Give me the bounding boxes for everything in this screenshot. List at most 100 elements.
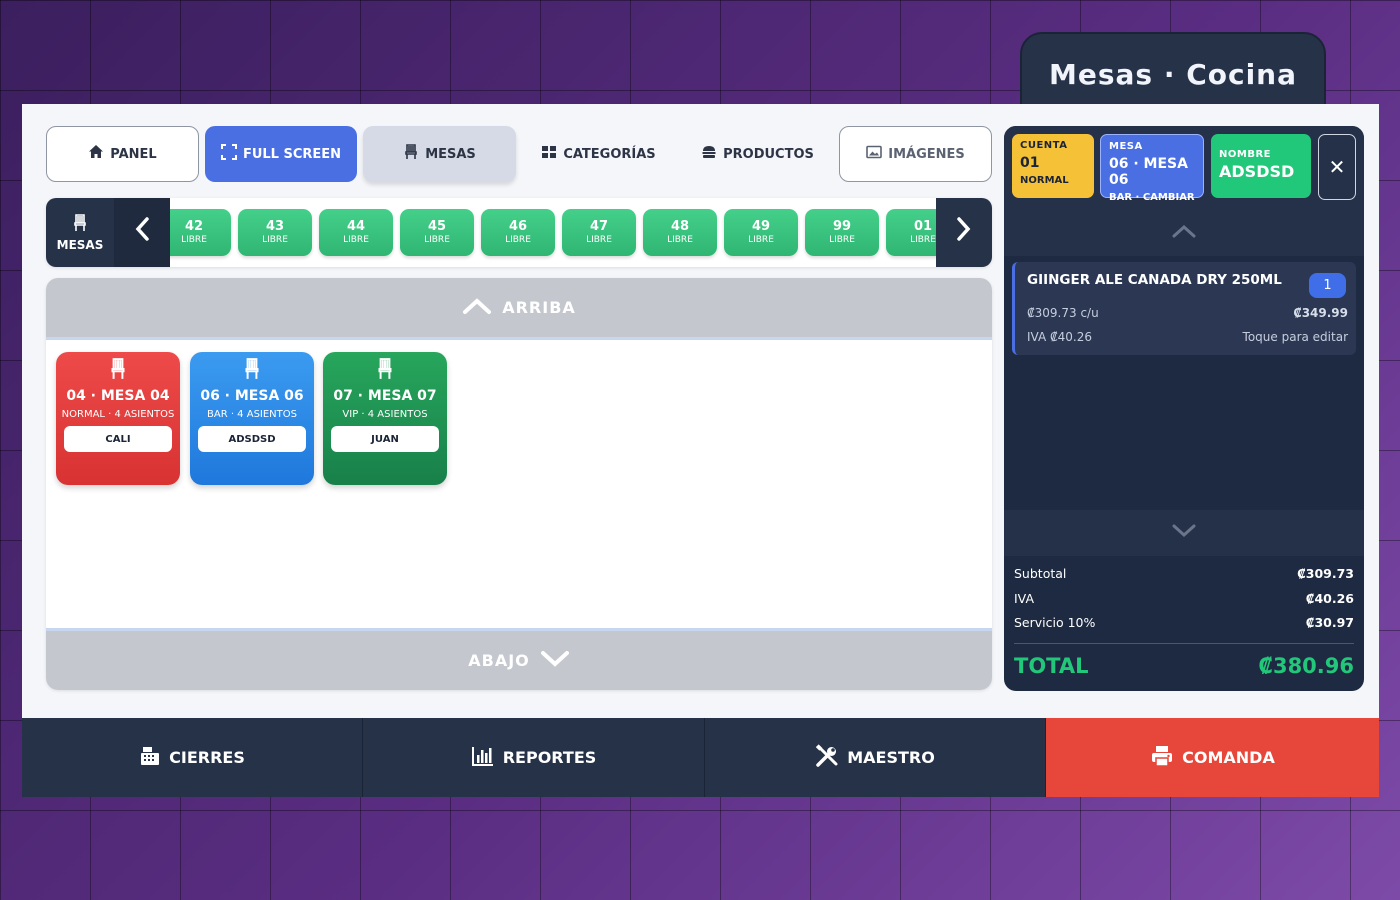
- nav-imagenes-button[interactable]: IMÁGENES: [839, 126, 992, 182]
- reportes-label: REPORTES: [502, 748, 597, 767]
- mesa-value: 06 · MESA 06: [1109, 156, 1188, 188]
- iva-label: IVA: [1014, 590, 1034, 606]
- bottom-action-bar: CIERRES REPORTES MAESTRO COMANDA: [22, 718, 1379, 797]
- order-item-iva: IVA ₡40.26: [1027, 330, 1092, 344]
- table-chip[interactable]: 43 LIBRE: [238, 209, 312, 256]
- order-scroll-up-button[interactable]: [1004, 210, 1364, 256]
- cash-register-icon: [139, 745, 161, 771]
- iva-value: ₡40.26: [1305, 590, 1354, 606]
- chevron-left-icon: [134, 215, 150, 250]
- table-card-title: 04 · MESA 04: [66, 388, 170, 404]
- maestro-button[interactable]: MAESTRO: [705, 718, 1046, 797]
- chip-number: 42: [184, 219, 204, 234]
- table-chip[interactable]: 42 LIBRE: [170, 209, 231, 256]
- main-card: PANEL FULL SCREEN MESAS CATEGORÍAS PRODU…: [22, 104, 1379, 720]
- order-header: CUENTA 01 NORMAL MESA 06 · MESA 06 BAR ·…: [1004, 126, 1364, 210]
- total-row: TOTAL ₡380.96: [1014, 654, 1354, 678]
- table-chip[interactable]: 47 LIBRE: [562, 209, 636, 256]
- comanda-label: COMANDA: [1182, 748, 1275, 767]
- chip-status: LIBRE: [667, 235, 693, 245]
- cuenta-value: 01: [1020, 155, 1040, 171]
- cuenta-box[interactable]: CUENTA 01 NORMAL: [1012, 134, 1094, 198]
- tools-icon: [815, 743, 839, 772]
- table-chip[interactable]: 46 LIBRE: [481, 209, 555, 256]
- table-chip[interactable]: 45 LIBRE: [400, 209, 474, 256]
- order-totals: Subtotal ₡309.73 IVA ₡40.26 Servicio 10%…: [1014, 566, 1354, 678]
- close-button[interactable]: ✕: [1318, 134, 1356, 200]
- scroll-up-button[interactable]: ARRIBA: [46, 278, 992, 340]
- service-label: Servicio 10%: [1014, 615, 1096, 630]
- totals-divider: [1014, 642, 1354, 644]
- burger-icon: [701, 144, 717, 164]
- chevron-right-icon: [956, 215, 972, 250]
- chip-status: LIBRE: [748, 235, 774, 245]
- nombre-value: ADSDSD: [1219, 162, 1295, 181]
- chip-number: 48: [670, 219, 690, 234]
- chip-status: LIBRE: [910, 235, 936, 245]
- nombre-box[interactable]: NOMBRE ADSDSD: [1211, 134, 1311, 198]
- close-icon: ✕: [1328, 155, 1346, 179]
- nav-productos-label: PRODUCTOS: [723, 146, 814, 162]
- cuenta-label: CUENTA: [1020, 140, 1068, 151]
- table-chip[interactable]: 01 LIBRE: [886, 209, 936, 256]
- chair-icon: [403, 144, 419, 164]
- image-icon: [866, 144, 883, 164]
- chip-status: LIBRE: [829, 235, 855, 245]
- order-panel: CUENTA 01 NORMAL MESA 06 · MESA 06 BAR ·…: [1004, 126, 1364, 691]
- table-chip[interactable]: 49 LIBRE: [724, 209, 798, 256]
- order-item-total: ₡349.99: [1293, 306, 1348, 320]
- service-value: ₡30.97: [1305, 615, 1354, 630]
- total-label: TOTAL: [1014, 653, 1089, 678]
- nav-panel-button[interactable]: PANEL: [46, 126, 199, 182]
- chip-status: LIBRE: [424, 235, 450, 245]
- mesa-label: MESA: [1109, 141, 1143, 152]
- cierres-label: CIERRES: [169, 748, 245, 767]
- chip-number: 46: [508, 219, 528, 234]
- chip-status: LIBRE: [262, 235, 288, 245]
- chip-number: 99: [832, 219, 852, 234]
- strip-next-button[interactable]: [936, 198, 992, 267]
- chip-number: 01: [913, 219, 933, 234]
- reportes-button[interactable]: REPORTES: [363, 718, 705, 797]
- chip-status: LIBRE: [586, 235, 612, 245]
- chip-number: 49: [751, 219, 771, 234]
- chevron-down-icon: [1171, 523, 1197, 543]
- table-chip[interactable]: 48 LIBRE: [643, 209, 717, 256]
- strip-prev-button[interactable]: [114, 198, 170, 267]
- order-scroll-down-button[interactable]: [1004, 510, 1364, 556]
- table-card-subtitle: VIP · 4 ASIENTOS: [342, 409, 428, 420]
- chip-number: 43: [265, 219, 285, 234]
- nav-panel-label: PANEL: [110, 146, 157, 162]
- table-card[interactable]: 04 · MESA 04 NORMAL · 4 ASIENTOS CALI: [56, 352, 180, 485]
- strip-label-text: MESAS: [56, 237, 104, 252]
- tables-area: ARRIBA 04 · MESA 04 NORMAL · 4 ASIENTOS …: [46, 278, 992, 690]
- nav-fullscreen-button[interactable]: FULL SCREEN: [205, 126, 357, 182]
- cierres-button[interactable]: CIERRES: [22, 718, 363, 797]
- table-chip[interactable]: 44 LIBRE: [319, 209, 393, 256]
- table-chip[interactable]: 99 LIBRE: [805, 209, 879, 256]
- nav-mesas-button[interactable]: MESAS: [363, 126, 516, 182]
- iva-row: IVA ₡40.26: [1014, 591, 1354, 616]
- scroll-down-button[interactable]: ABAJO: [46, 628, 992, 690]
- table-card-client: ADSDSD: [198, 426, 306, 452]
- scroll-up-label: ARRIBA: [502, 298, 576, 317]
- order-item-edit-hint: Toque para editar: [1242, 330, 1348, 344]
- chip-number: 44: [346, 219, 366, 234]
- nav-categorias-button[interactable]: CATEGORÍAS: [522, 126, 675, 182]
- nav-mesas-label: MESAS: [425, 146, 476, 162]
- mesa-box[interactable]: MESA 06 · MESA 06 BAR · CAMBIAR: [1100, 134, 1204, 203]
- table-card[interactable]: 07 · MESA 07 VIP · 4 ASIENTOS JUAN: [323, 352, 447, 485]
- table-card[interactable]: 06 · MESA 06 BAR · 4 ASIENTOS ADSDSD: [190, 352, 314, 485]
- table-card-subtitle: NORMAL · 4 ASIENTOS: [61, 409, 175, 420]
- service-row: Servicio 10% ₡30.97: [1014, 615, 1354, 640]
- nav-productos-button[interactable]: PRODUCTOS: [681, 126, 834, 182]
- table-card-title: 06 · MESA 06: [200, 388, 304, 404]
- comanda-button[interactable]: COMANDA: [1046, 718, 1379, 797]
- table-card-subtitle: BAR · 4 ASIENTOS: [207, 409, 297, 420]
- maestro-label: MAESTRO: [847, 748, 935, 767]
- home-icon: [88, 144, 104, 164]
- total-value: ₡380.96: [1258, 653, 1354, 678]
- order-item[interactable]: GIINGER ALE CANADA DRY 250ML 1 ₡309.73 c…: [1012, 262, 1356, 355]
- nav-categorias-label: CATEGORÍAS: [563, 146, 656, 162]
- chevron-up-icon: [462, 297, 492, 319]
